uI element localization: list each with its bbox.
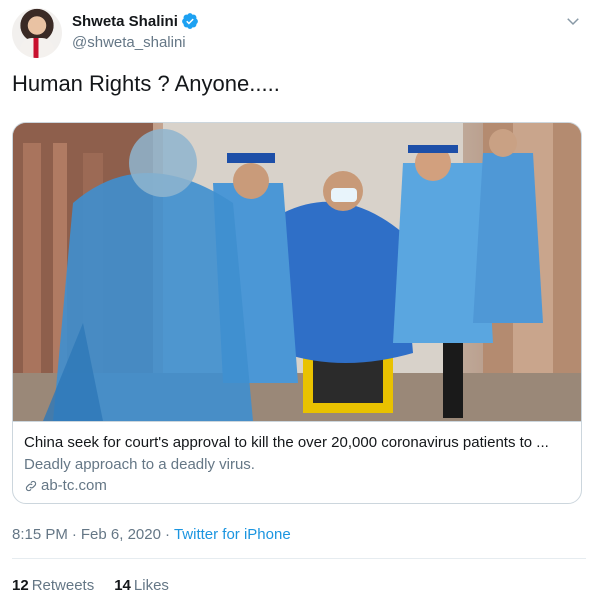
meta-separator: ·: [71, 526, 77, 543]
retweets-count: 12: [12, 577, 29, 594]
tweet-header: Shweta Shalini @shweta_shalini: [12, 8, 586, 60]
retweets-stat[interactable]: 12 Retweets: [12, 577, 94, 594]
tweet-stats: 12 Retweets 14 Likes: [12, 577, 189, 594]
display-name[interactable]: Shweta Shalini: [72, 13, 178, 30]
likes-label: Likes: [133, 577, 169, 594]
tweet-date[interactable]: Feb 6, 2020: [81, 526, 161, 543]
card-description: Deadly approach to a deadly virus.: [24, 456, 255, 473]
tweet-meta: 8:15 PM · Feb 6, 2020 · Twitter for iPho…: [12, 526, 291, 543]
card-body[interactable]: China seek for court's approval to kill …: [13, 421, 581, 503]
retweets-label: Retweets: [31, 577, 95, 594]
verified-badge-icon: [181, 13, 198, 29]
link-icon: [25, 480, 37, 491]
card-domain-text: ab-tc.com: [41, 477, 107, 494]
divider: [12, 558, 586, 559]
likes-count: 14: [114, 577, 131, 594]
card-photo: [13, 123, 581, 421]
card-domain[interactable]: ab-tc.com: [24, 477, 107, 494]
card-image[interactable]: [13, 123, 581, 421]
chevron-down-icon[interactable]: [564, 12, 582, 30]
likes-stat[interactable]: 14 Likes: [114, 577, 169, 594]
link-card[interactable]: China seek for court's approval to kill …: [12, 122, 582, 504]
user-handle[interactable]: @shweta_shalini: [72, 34, 186, 51]
meta-separator: ·: [164, 526, 170, 543]
avatar[interactable]: [12, 8, 62, 58]
tweet-source-link[interactable]: Twitter for iPhone: [174, 526, 291, 543]
card-title[interactable]: China seek for court's approval to kill …: [24, 434, 572, 451]
tweet-time[interactable]: 8:15 PM: [12, 526, 68, 543]
avatar-figure: [20, 38, 54, 58]
tweet-text: Human Rights ? Anyone.....: [12, 71, 280, 96]
name-row: Shweta Shalini: [72, 12, 199, 30]
